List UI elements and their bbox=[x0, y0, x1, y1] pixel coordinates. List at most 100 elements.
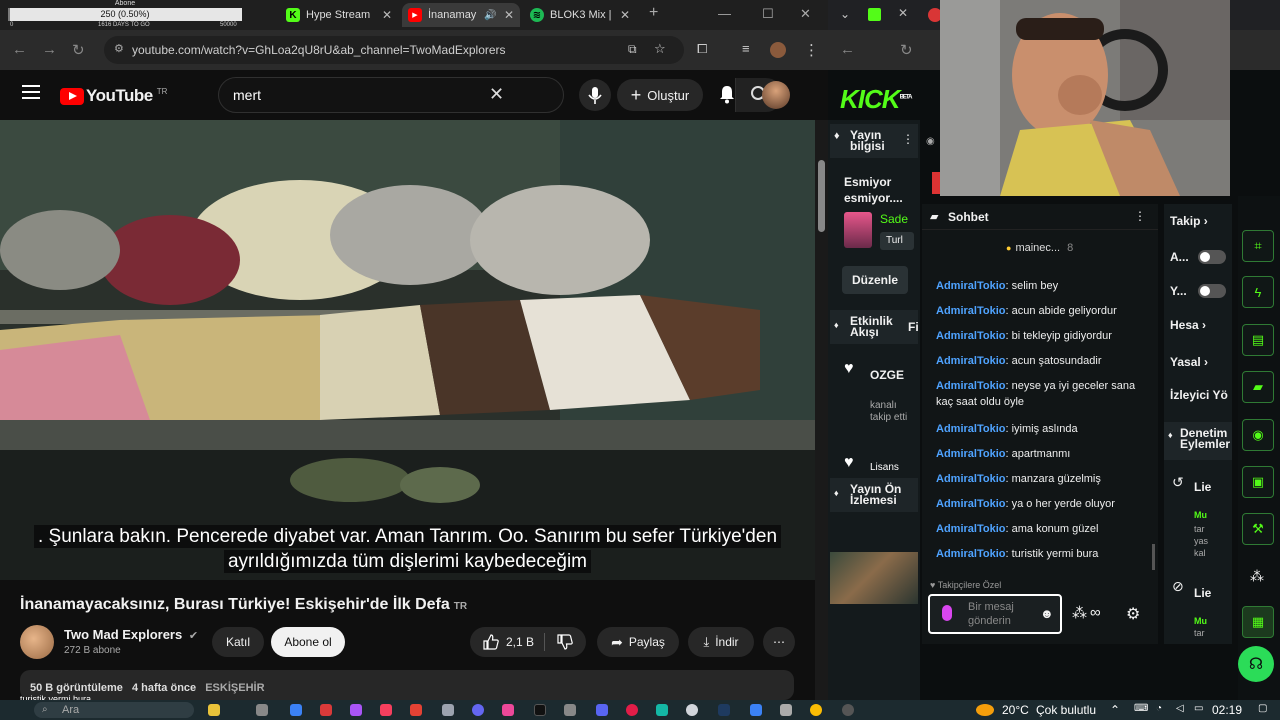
install-app-icon[interactable]: ⧉ bbox=[628, 42, 637, 57]
minimize-icon[interactable]: — bbox=[718, 6, 731, 21]
chat-username[interactable]: AdmiralTokio bbox=[936, 380, 1005, 392]
reload-icon[interactable]: ↻ bbox=[72, 41, 85, 59]
wifi-icon[interactable]: ◔ bbox=[1156, 703, 1162, 714]
chrome-icon[interactable] bbox=[810, 704, 822, 716]
kick-favicon-icon[interactable] bbox=[868, 8, 881, 21]
app-circle-icon[interactable] bbox=[842, 704, 854, 716]
app-pink-icon[interactable] bbox=[380, 704, 392, 716]
setting-a-toggle[interactable] bbox=[1198, 250, 1226, 264]
maximize-icon[interactable]: ☐ bbox=[762, 6, 774, 22]
clapperboard-tool-icon[interactable]: ▦ bbox=[1242, 606, 1274, 638]
lightning-tool-icon[interactable]: ϟ bbox=[1242, 276, 1274, 308]
chat-username[interactable]: AdmiralTokio bbox=[936, 330, 1005, 342]
opera-icon[interactable] bbox=[626, 704, 638, 716]
infinity-icon[interactable]: ∞ bbox=[1090, 604, 1101, 621]
activity-filter-label[interactable]: Fi bbox=[908, 320, 919, 334]
broadcast-tool-icon[interactable]: ◉ bbox=[1242, 419, 1274, 451]
voice-icon[interactable] bbox=[942, 605, 952, 621]
wrench-tool-icon[interactable]: ⚒ bbox=[1242, 513, 1274, 545]
notification-icon[interactable]: ▢ bbox=[1258, 703, 1267, 714]
mod-action-1[interactable]: Lie bbox=[1194, 480, 1211, 494]
viewer-management-setting[interactable]: İzleyici Yö bbox=[1170, 388, 1228, 402]
edit-stream-button[interactable]: Düzenle bbox=[842, 266, 908, 294]
chat-username[interactable]: AdmiralTokio bbox=[936, 498, 1005, 510]
widget-sparkle-icon[interactable] bbox=[208, 704, 220, 716]
stream-preview-thumbnail[interactable] bbox=[830, 552, 918, 604]
language-icon[interactable]: ⌨ bbox=[1134, 703, 1148, 714]
clear-search-icon[interactable]: ✕ bbox=[489, 84, 504, 105]
profile-avatar[interactable] bbox=[770, 42, 786, 58]
media-control-icon[interactable]: ≡ bbox=[742, 41, 750, 56]
search-input[interactable] bbox=[233, 86, 473, 104]
account-setting[interactable]: Hesa › bbox=[1170, 318, 1206, 332]
share-nodes-icon[interactable]: ⁂ bbox=[1250, 568, 1264, 585]
app-box-icon[interactable] bbox=[780, 704, 792, 716]
page-scrollbar[interactable] bbox=[815, 120, 828, 700]
app-teal-icon[interactable] bbox=[656, 704, 668, 716]
screenshot-tool-icon[interactable]: ⌗ bbox=[1242, 230, 1274, 262]
discord-icon[interactable] bbox=[596, 704, 608, 716]
tab-youtube-video[interactable]: ▶ İnanamay 🔊 ✕ bbox=[402, 3, 520, 27]
youtube-logo[interactable]: YouTube TR bbox=[60, 86, 167, 106]
pinned-gifter[interactable]: ● mainec... 8 bbox=[1006, 242, 1073, 254]
chat-username[interactable]: AdmiralTokio bbox=[936, 473, 1005, 485]
app-gray-icon[interactable] bbox=[564, 704, 576, 716]
chat-username[interactable]: AdmiralTokio bbox=[936, 423, 1005, 435]
task-view-icon[interactable] bbox=[256, 704, 268, 716]
site-info-icon[interactable]: ⚙ bbox=[114, 42, 124, 55]
volume-icon[interactable]: ◁ bbox=[1176, 703, 1184, 714]
chat-message-input[interactable]: Bir mesaj gönderin ☻ bbox=[928, 594, 1062, 634]
forward-icon[interactable]: → bbox=[42, 41, 57, 58]
bookmark-star-icon[interactable]: ☆ bbox=[654, 41, 666, 57]
chat-menu-icon[interactable]: ⋮ bbox=[1134, 209, 1146, 223]
share-button[interactable]: ➦ Paylaş bbox=[597, 627, 679, 657]
close-tab-icon[interactable]: ✕ bbox=[898, 6, 908, 20]
back-icon[interactable]: ← bbox=[12, 41, 27, 58]
tiktok-icon[interactable] bbox=[534, 704, 546, 716]
app-blue-icon[interactable] bbox=[750, 704, 762, 716]
taskbar-search[interactable]: ⌕ Ara bbox=[34, 702, 194, 718]
notes-tool-icon[interactable]: ▤ bbox=[1242, 324, 1274, 356]
setting-y-toggle[interactable] bbox=[1198, 284, 1226, 298]
description-box[interactable]: 50 B görüntüleme 4 hafta önce ESKİŞEHİR bbox=[20, 670, 794, 700]
download-button[interactable]: ⤓ İndir bbox=[688, 627, 754, 657]
audio-playing-icon[interactable]: 🔊 bbox=[484, 10, 496, 21]
panel-menu-icon[interactable]: ⋮ bbox=[902, 132, 914, 146]
video-player[interactable]: . Şunlara bakın. Pencerede diyabet var. … bbox=[0, 120, 815, 580]
mod-action-2[interactable]: Lie bbox=[1194, 586, 1211, 600]
legal-setting[interactable]: Yasal › bbox=[1170, 355, 1208, 369]
category-thumbnail[interactable] bbox=[844, 212, 872, 248]
follow-setting[interactable]: Takip › bbox=[1170, 214, 1208, 228]
extensions-icon[interactable]: ⧠ bbox=[697, 41, 707, 57]
kick-logo[interactable]: KICKBETA bbox=[840, 84, 912, 115]
subscribe-button[interactable]: Abone ol bbox=[271, 627, 345, 657]
new-tab-icon[interactable]: + bbox=[649, 4, 658, 22]
back-icon[interactable]: ← bbox=[840, 41, 855, 58]
channel-name[interactable]: Two Mad Explorers ✔ bbox=[64, 627, 198, 642]
url-field[interactable]: ⚙ youtube.com/watch?v=GhLoa2qU8rU&ab_cha… bbox=[104, 36, 684, 64]
hamburger-menu-icon[interactable] bbox=[22, 84, 40, 100]
app-purple-icon[interactable] bbox=[350, 704, 362, 716]
app-camera-icon[interactable] bbox=[410, 704, 422, 716]
like-button[interactable]: 2,1 B bbox=[482, 634, 534, 650]
close-tab-icon[interactable]: ✕ bbox=[620, 8, 630, 22]
battery-icon[interactable]: ▭ bbox=[1194, 703, 1203, 714]
support-headset-icon[interactable]: ☊ bbox=[1238, 646, 1274, 682]
more-actions-button[interactable]: ⋯ bbox=[763, 627, 795, 657]
tab-spotify[interactable]: ≋ BLOK3 Mix | ✕ bbox=[524, 3, 636, 27]
chat-username[interactable]: AdmiralTokio bbox=[936, 280, 1005, 292]
app-white-icon[interactable] bbox=[686, 704, 698, 716]
chat-settings-icon[interactable]: ⚙ bbox=[1126, 604, 1140, 624]
window-close-icon[interactable]: ✕ bbox=[800, 6, 811, 22]
voice-search-button[interactable] bbox=[579, 79, 611, 111]
join-button[interactable]: Katıl bbox=[212, 627, 264, 657]
chat-username[interactable]: AdmiralTokio bbox=[936, 448, 1005, 460]
category-tag[interactable]: Turl bbox=[880, 232, 914, 250]
scrollbar-thumb[interactable] bbox=[818, 160, 825, 232]
channel-avatar[interactable] bbox=[20, 625, 54, 659]
emoji-icon[interactable]: ☻ bbox=[1040, 606, 1054, 621]
create-button[interactable]: + Oluştur bbox=[617, 79, 703, 111]
chat-tool-icon[interactable]: ▰ bbox=[1242, 371, 1274, 403]
chat-username[interactable]: AdmiralTokio bbox=[936, 548, 1005, 560]
chat-username[interactable]: AdmiralTokio bbox=[936, 305, 1005, 317]
